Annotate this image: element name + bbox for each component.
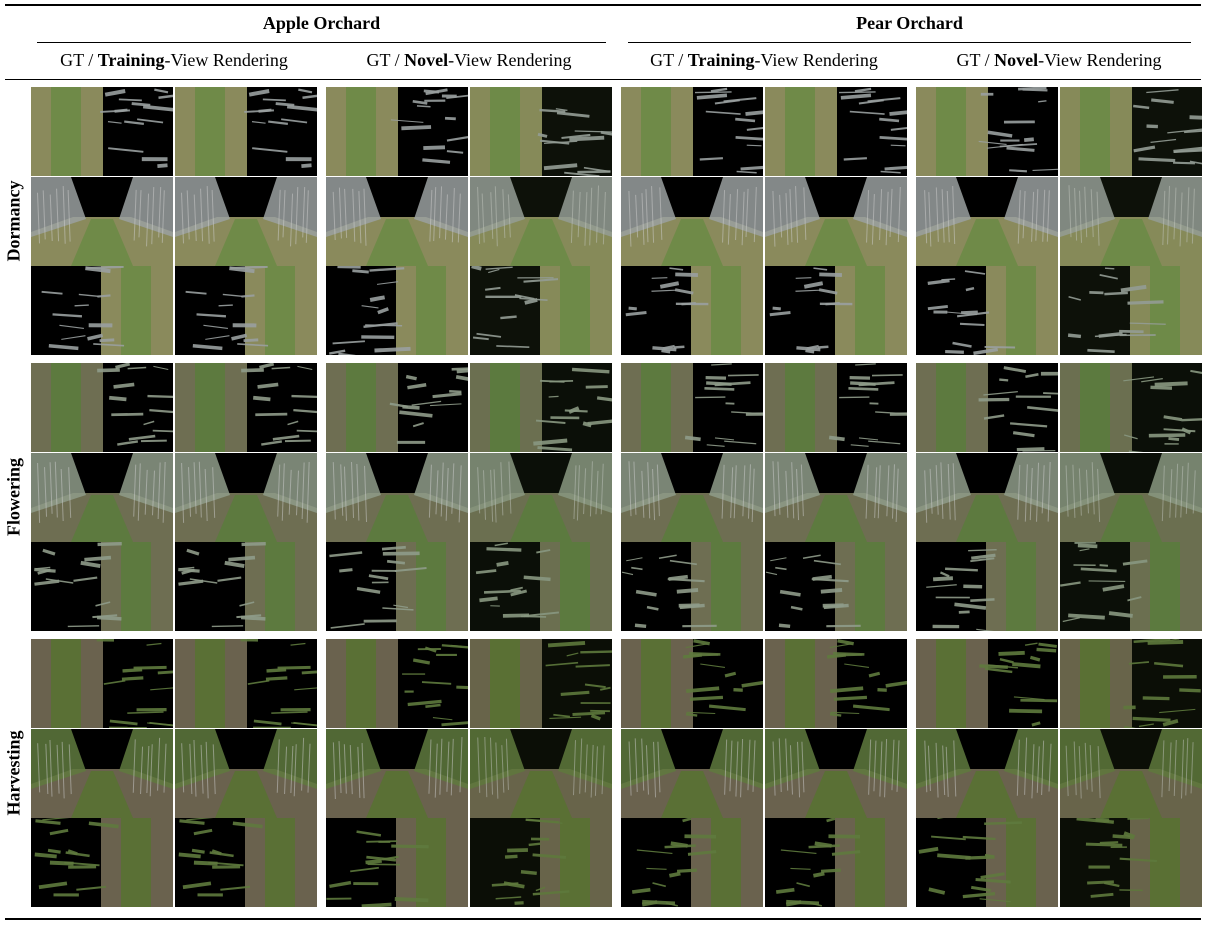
orchard-image-tile [1060,452,1202,542]
orchard-image-tile [175,452,317,542]
orchard-image-tile [326,176,468,266]
top-rule [5,4,1201,6]
panel-flowering-apple-training [31,363,317,631]
orchard-image-tile [326,639,468,728]
orchard-image-tile [765,728,907,818]
orchard-image-tile [621,87,763,176]
orchard-image-tile [326,542,468,631]
orchard-image-tile [765,818,907,907]
column-title-pear-novel: GT / Novel-View Rendering [956,50,1162,70]
orchard-image-tile [621,266,763,355]
orchard-image-tile [326,87,468,176]
row-label-flowering: Flowering [3,458,24,536]
orchard-image-tile [765,87,907,176]
orchard-image-tile [326,818,468,907]
orchard-image-tile [916,818,1058,907]
orchard-image-tile [1060,639,1202,728]
orchard-image-tile [31,452,173,542]
orchard-image-tile [916,363,1058,452]
orchard-image-tile [765,176,907,266]
orchard-image-tile [916,452,1058,542]
panel-flowering-apple-novel [326,363,612,631]
row-label-harvesting: Harvesting [3,730,24,816]
panel-dormancy-pear-training [621,87,907,355]
orchard-image-tile [916,266,1058,355]
orchard-image-tile [765,452,907,542]
orchard-image-tile [326,728,468,818]
orchard-image-tile [175,818,317,907]
orchard-image-tile [621,363,763,452]
orchard-image-tile [1060,818,1202,907]
row-label-dormancy: Dormancy [3,180,24,262]
orchard-image-tile [916,542,1058,631]
orchard-image-tile [1060,87,1202,176]
panel-flowering-pear-novel [916,363,1202,631]
orchard-image-tile [470,176,612,266]
pear-group-rule [628,42,1191,43]
orchard-image-tile [916,728,1058,818]
panel-harvesting-pear-training [621,639,907,907]
orchard-image-tile [175,542,317,631]
apple-group-rule [37,42,606,43]
column-title-apple-training: GT / Training-View Rendering [60,50,288,70]
orchard-image-tile [470,363,612,452]
orchard-image-tile [621,639,763,728]
orchard-image-tile [765,542,907,631]
orchard-image-tile [31,728,173,818]
orchard-image-tile [326,452,468,542]
orchard-image-tile [175,639,317,728]
orchard-image-tile [470,542,612,631]
group-title-apple: Apple Orchard [262,13,381,33]
orchard-image-tile [470,452,612,542]
orchard-image-tile [1060,363,1202,452]
orchard-image-tile [916,176,1058,266]
orchard-image-tile [175,363,317,452]
orchard-image-tile [470,87,612,176]
group-title-pear: Pear Orchard [856,13,963,33]
orchard-image-tile [31,266,173,355]
orchard-image-tile [175,266,317,355]
orchard-image-tile [1060,542,1202,631]
orchard-image-tile [31,818,173,907]
orchard-image-tile [326,266,468,355]
orchard-image-tile [470,728,612,818]
panel-dormancy-apple-novel [326,87,612,355]
header-bottom-rule [5,79,1201,80]
orchard-image-tile [175,728,317,818]
orchard-image-tile [621,176,763,266]
orchard-image-tile [621,728,763,818]
orchard-image-tile [470,639,612,728]
orchard-image-tile [31,542,173,631]
orchard-image-tile [1060,728,1202,818]
orchard-image-tile [621,818,763,907]
orchard-image-tile [31,176,173,266]
panel-harvesting-apple-training [31,639,317,907]
orchard-image-tile [621,542,763,631]
panel-harvesting-pear-novel [916,639,1202,907]
panel-flowering-pear-training [621,363,907,631]
panel-dormancy-pear-novel [916,87,1202,355]
orchard-image-tile [916,87,1058,176]
orchard-image-tile [765,266,907,355]
orchard-image-tile [621,452,763,542]
orchard-image-tile [175,87,317,176]
orchard-image-tile [916,639,1058,728]
panel-dormancy-apple-training [31,87,317,355]
column-title-apple-novel: GT / Novel-View Rendering [366,50,572,70]
orchard-image-tile [175,176,317,266]
orchard-image-tile [326,363,468,452]
orchard-image-tile [1060,266,1202,355]
orchard-image-tile [765,363,907,452]
orchard-image-tile [765,639,907,728]
orchard-image-tile [31,87,173,176]
bottom-rule [5,918,1201,920]
panel-harvesting-apple-novel [326,639,612,907]
orchard-image-tile [31,363,173,452]
orchard-image-tile [470,818,612,907]
orchard-image-tile [470,266,612,355]
orchard-image-tile [1060,176,1202,266]
column-title-pear-training: GT / Training-View Rendering [650,50,878,70]
orchard-image-tile [31,639,173,728]
